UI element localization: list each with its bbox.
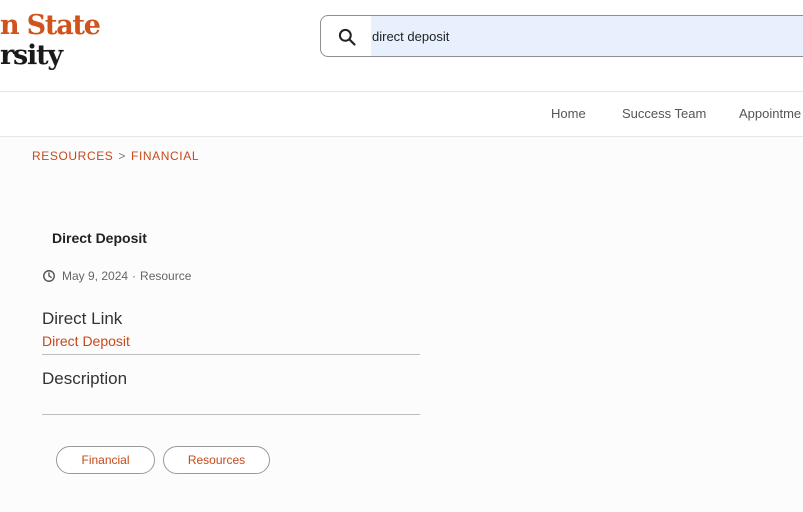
page-title: Direct Deposit [52, 230, 147, 246]
clock-icon [43, 270, 55, 282]
breadcrumb-resources[interactable]: RESOURCES [32, 149, 113, 163]
tag-financial[interactable]: Financial [56, 446, 155, 474]
nav-item-appointments[interactable]: Appointme [739, 106, 801, 121]
divider [42, 414, 420, 415]
logo-text-line2: rsity [0, 40, 63, 71]
logo-text-line1: n State [0, 10, 101, 41]
divider [42, 354, 420, 355]
breadcrumb-financial[interactable]: FINANCIAL [131, 149, 199, 163]
search-input[interactable] [371, 16, 803, 56]
nav-item-home[interactable]: Home [551, 106, 586, 121]
search-bar [320, 15, 803, 57]
direct-link-heading: Direct Link [42, 309, 123, 328]
main-content: RESOURCES > FINANCIAL Direct Deposit May 9… [0, 137, 803, 512]
breadcrumb-separator: > [118, 149, 127, 163]
tag-resources[interactable]: Resources [163, 446, 270, 474]
meta-separator: · [132, 269, 137, 283]
site-header: n State rsity [0, 0, 803, 92]
article-date: May 9, 2024 [62, 269, 129, 283]
article-type: Resource [140, 269, 192, 283]
nav-item-success-team[interactable]: Success Team [622, 106, 706, 121]
description-heading: Description [42, 369, 128, 388]
direct-deposit-link[interactable]: Direct Deposit [42, 333, 130, 349]
search-icon[interactable] [337, 27, 357, 47]
article-meta: May 9, 2024 · Resource [42, 269, 191, 283]
main-nav: Home Success Team Appointme [0, 92, 803, 137]
breadcrumb: RESOURCES > FINANCIAL [32, 149, 199, 163]
